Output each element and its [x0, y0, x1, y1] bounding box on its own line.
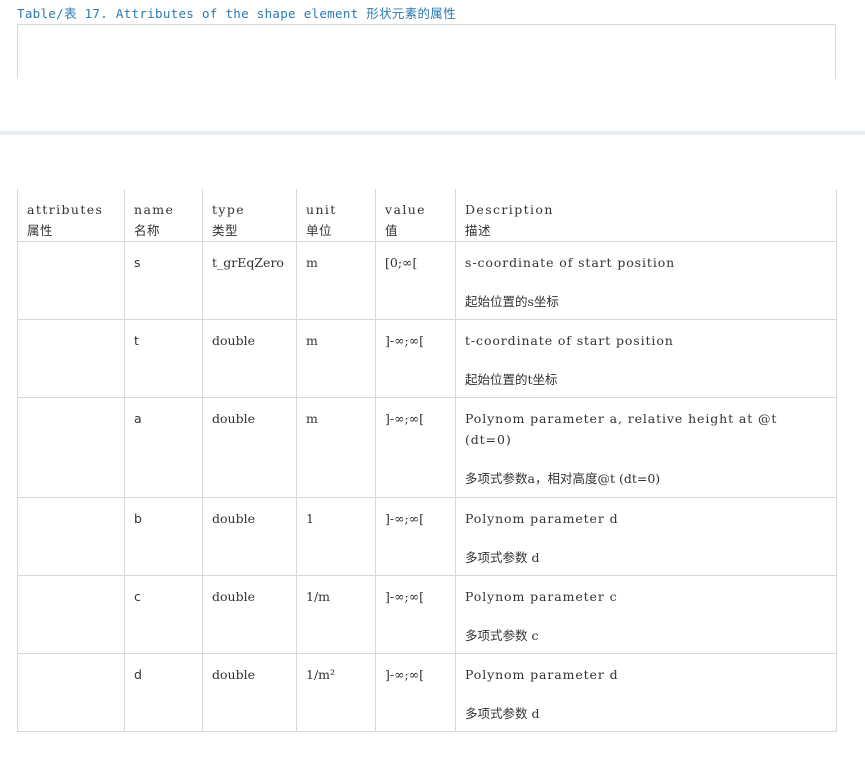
header-type: type 类型	[202, 189, 297, 242]
header-attributes-cn: 属性	[27, 223, 54, 238]
header-description: Description 描述	[455, 189, 837, 242]
description-cn: 起始位置的t坐标	[465, 372, 558, 387]
cell-type: t_grEqZero	[202, 241, 297, 320]
section-divider	[0, 131, 865, 135]
empty-content-box	[17, 24, 836, 79]
header-description-cn: 描述	[465, 223, 492, 238]
cell-attribute	[17, 397, 125, 498]
cell-description: Polynom parameter d 多项式参数 d	[455, 653, 837, 732]
cell-value: ]-∞;∞[	[375, 497, 456, 576]
header-unit-cn: 单位	[306, 223, 333, 238]
description-cn: 起始位置的s坐标	[465, 294, 559, 309]
cell-description: t-coordinate of start position 起始位置的t坐标	[455, 319, 837, 398]
header-attributes: attributes 属性	[17, 189, 125, 242]
cell-type: double	[202, 319, 297, 398]
cell-attribute	[17, 319, 125, 398]
cell-unit: m	[296, 319, 376, 398]
cell-description: s-coordinate of start position 起始位置的s坐标	[455, 241, 837, 320]
cell-value: ]-∞;∞[	[375, 653, 456, 732]
header-attributes-en: attributes	[27, 202, 104, 217]
description-cn: 多项式参数a，相对高度@t (dt=0)	[465, 471, 661, 486]
description-en: Polynom parameter c	[465, 589, 618, 604]
header-name-en: name	[134, 202, 175, 217]
cell-name: d	[124, 653, 203, 732]
cell-value: [0;∞[	[375, 241, 456, 320]
cell-name: b	[124, 497, 203, 576]
header-value-cn: 值	[385, 223, 399, 238]
description-cn: 多项式参数 c	[465, 628, 539, 643]
header-type-en: type	[212, 202, 246, 217]
header-unit-en: unit	[306, 202, 337, 217]
cell-type: double	[202, 575, 297, 654]
description-en: t-coordinate of start position	[465, 333, 674, 348]
cell-unit: 1/m²	[296, 653, 376, 732]
cell-unit: m	[296, 241, 376, 320]
header-name: name 名称	[124, 189, 203, 242]
cell-name: c	[124, 575, 203, 654]
cell-value: ]-∞;∞[	[375, 319, 456, 398]
attributes-table: attributes 属性 name 名称 type 类型 unit 单位 va…	[17, 189, 837, 732]
description-en: s-coordinate of start position	[465, 255, 676, 270]
cell-name: t	[124, 319, 203, 398]
table-header-row: attributes 属性 name 名称 type 类型 unit 单位 va…	[17, 189, 837, 242]
description-cn: 多项式参数 d	[465, 550, 540, 565]
description-en: Polynom parameter a, relative height at …	[465, 411, 778, 447]
header-description-en: Description	[465, 202, 554, 217]
description-en: Polynom parameter d	[465, 667, 619, 682]
table-row: a double m ]-∞;∞[ Polynom parameter a, r…	[17, 397, 837, 498]
cell-unit: 1	[296, 497, 376, 576]
description-en: Polynom parameter d	[465, 511, 619, 526]
cell-description: Polynom parameter a, relative height at …	[455, 397, 837, 498]
cell-value: ]-∞;∞[	[375, 397, 456, 498]
cell-type: double	[202, 397, 297, 498]
table-row: c double 1/m ]-∞;∞[ Polynom parameter c …	[17, 575, 837, 654]
header-value: value 值	[375, 189, 456, 242]
table-row: b double 1 ]-∞;∞[ Polynom parameter d 多项…	[17, 497, 837, 576]
cell-name: a	[124, 397, 203, 498]
cell-description: Polynom parameter c 多项式参数 c	[455, 575, 837, 654]
table-row: d double 1/m² ]-∞;∞[ Polynom parameter d…	[17, 653, 837, 732]
cell-name: s	[124, 241, 203, 320]
table-row: s t_grEqZero m [0;∞[ s-coordinate of sta…	[17, 241, 837, 320]
header-name-cn: 名称	[134, 223, 161, 238]
cell-unit: 1/m	[296, 575, 376, 654]
cell-attribute	[17, 241, 125, 320]
cell-attribute	[17, 653, 125, 732]
table-caption: Table/表 17. Attributes of the shape elem…	[17, 6, 456, 21]
header-value-en: value	[385, 202, 426, 217]
table-row: t double m ]-∞;∞[ t-coordinate of start …	[17, 319, 837, 398]
cell-value: ]-∞;∞[	[375, 575, 456, 654]
cell-type: double	[202, 653, 297, 732]
header-unit: unit 单位	[296, 189, 376, 242]
cell-attribute	[17, 497, 125, 576]
cell-type: double	[202, 497, 297, 576]
header-type-cn: 类型	[212, 223, 239, 238]
cell-unit: m	[296, 397, 376, 498]
cell-attribute	[17, 575, 125, 654]
description-cn: 多项式参数 d	[465, 706, 540, 721]
cell-description: Polynom parameter d 多项式参数 d	[455, 497, 837, 576]
